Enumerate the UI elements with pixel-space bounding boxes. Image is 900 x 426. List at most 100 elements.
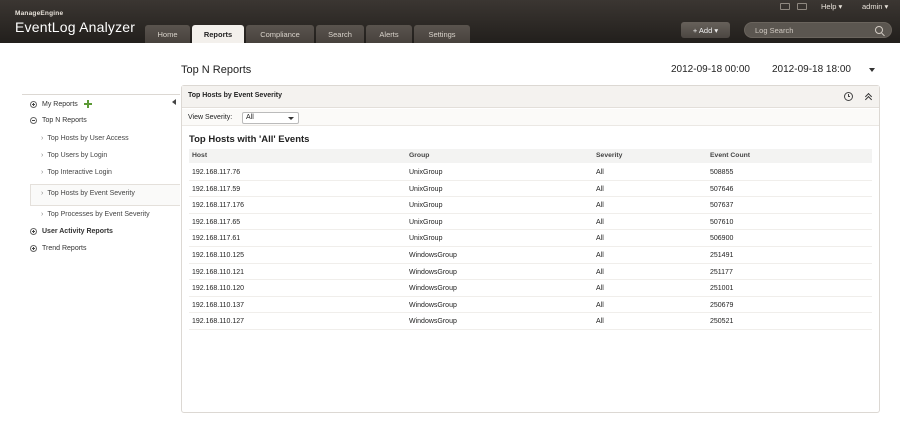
expand-icon: [30, 228, 37, 235]
tab-compliance[interactable]: Compliance: [246, 25, 314, 43]
tab-search[interactable]: Search: [316, 25, 364, 43]
main-tabs: Home Reports Compliance Search Alerts Se…: [145, 25, 470, 43]
help-menu[interactable]: Help ▾: [821, 2, 842, 11]
cell-group: WindowsGroup: [409, 268, 457, 276]
chevron-down-icon: ▾: [884, 2, 889, 11]
chevron-down-icon: ▾: [838, 2, 843, 11]
cell-host: 192.168.110.125: [192, 252, 245, 259]
filter-bar: View Severity: All: [182, 109, 879, 126]
brand-vendor: ManageEngine: [15, 10, 64, 17]
date-range-end[interactable]: 2012-09-18 18:00: [772, 64, 851, 75]
cell-severity: All: [596, 252, 604, 259]
cell-severity: All: [596, 235, 604, 243]
cell-group: UnixGroup: [409, 185, 443, 193]
clock-icon[interactable]: [844, 92, 853, 101]
cell-event-count: 250521: [710, 318, 734, 326]
tab-settings[interactable]: Settings: [414, 25, 470, 43]
tab-alerts[interactable]: Alerts: [366, 25, 412, 43]
cell-event-count: 251001: [710, 285, 734, 293]
cell-host: 192.168.117.76: [192, 169, 241, 176]
sidebar-subitem-top-processes-event-severity[interactable]: Top Processes by Event Severity: [41, 211, 149, 218]
sidebar-item-user-activity-reports[interactable]: User Activity Reports: [30, 228, 113, 235]
cell-severity: All: [596, 318, 604, 326]
table-row[interactable]: 192.168.110.125 WindowsGroup All 251491: [189, 247, 872, 264]
cell-host: 192.168.117.59: [192, 185, 241, 193]
sidebar-item-label: User Activity Reports: [42, 228, 113, 235]
cell-severity: All: [596, 169, 604, 176]
table-row[interactable]: 192.168.110.127 WindowsGroup All 250521: [189, 313, 872, 330]
column-header-group[interactable]: Group: [409, 152, 429, 159]
cell-group: WindowsGroup: [409, 252, 457, 259]
expand-icon: [30, 100, 37, 108]
cell-host: 192.168.110.120: [192, 285, 245, 293]
collapse-sidebar-icon[interactable]: [172, 99, 176, 105]
cell-group: UnixGroup: [409, 218, 443, 226]
table-row[interactable]: 192.168.117.176 UnixGroup All 507637: [189, 197, 872, 214]
log-search: [744, 22, 892, 38]
cell-host: 192.168.117.61: [192, 235, 241, 243]
cell-event-count: 251491: [710, 252, 734, 259]
table-row[interactable]: 192.168.110.120 WindowsGroup All 251001: [189, 280, 872, 297]
user-label: admin: [862, 2, 883, 11]
severity-select[interactable]: All: [242, 112, 299, 124]
table-row[interactable]: 192.168.117.61 UnixGroup All 506900: [189, 230, 872, 247]
tab-reports[interactable]: Reports: [192, 25, 244, 43]
cell-event-count: 507646: [710, 185, 734, 193]
table-row[interactable]: 192.168.110.121 WindowsGroup All 251177: [189, 264, 872, 281]
date-range-dropdown-icon[interactable]: [869, 68, 875, 72]
brand-product[interactable]: EventLog Analyzer: [15, 19, 135, 35]
tab-home[interactable]: Home: [145, 25, 190, 43]
cell-event-count: 251177: [710, 268, 733, 276]
severity-filter-label: View Severity:: [188, 114, 233, 121]
sidebar-subitem-top-interactive-login[interactable]: Top Interactive Login: [41, 169, 112, 176]
sidebar-item-trend-reports[interactable]: Trend Reports: [30, 245, 86, 252]
help-label: Help: [821, 2, 837, 11]
cell-event-count: 506900: [710, 235, 734, 243]
cell-event-count: 250679: [710, 301, 734, 309]
sidebar-subitem-top-hosts-event-severity[interactable]: Top Hosts by Event Severity: [41, 190, 135, 197]
monitor-icon[interactable]: [780, 3, 790, 10]
column-header-host[interactable]: Host: [192, 152, 207, 159]
column-header-event-count[interactable]: Event Count: [710, 152, 750, 159]
table-row[interactable]: 192.168.110.137 WindowsGroup All 250679: [189, 297, 872, 314]
page-title: Top N Reports: [181, 64, 252, 76]
search-icon[interactable]: [875, 26, 883, 34]
date-range-start[interactable]: 2012-09-18 00:00: [671, 64, 750, 75]
plus-icon[interactable]: [83, 100, 92, 108]
cell-host: 192.168.110.127: [192, 318, 245, 326]
table-row[interactable]: 192.168.117.59 UnixGroup All 507646: [189, 181, 872, 198]
sidebar-item-label: Trend Reports: [42, 245, 87, 252]
table-row[interactable]: 192.168.117.76 UnixGroup All 508855: [189, 164, 872, 181]
user-menu[interactable]: admin ▾: [862, 2, 888, 11]
chevron-up-icon[interactable]: [865, 93, 873, 101]
sidebar-item-my-reports[interactable]: My Reports: [30, 100, 92, 108]
severity-select-value: All: [246, 114, 254, 121]
cell-severity: All: [596, 202, 604, 210]
sidebar-item-top-n-reports[interactable]: Top N Reports: [30, 117, 87, 124]
sidebar-subitem-top-users-login[interactable]: Top Users by Login: [41, 152, 107, 159]
cell-group: UnixGroup: [409, 202, 443, 210]
cell-host: 192.168.117.176: [192, 202, 245, 210]
cell-group: WindowsGroup: [409, 285, 457, 293]
cell-severity: All: [596, 268, 604, 276]
cell-host: 192.168.110.137: [192, 301, 245, 309]
chevron-down-icon: ▾: [714, 25, 719, 35]
cell-severity: All: [596, 218, 604, 226]
window-icon[interactable]: [797, 3, 807, 10]
log-search-input[interactable]: [755, 24, 870, 36]
sidebar-subitem-top-hosts-user-access[interactable]: Top Hosts by User Access: [41, 135, 128, 142]
cell-group: UnixGroup: [409, 235, 443, 243]
cell-host: 192.168.110.121: [192, 268, 245, 276]
table-header: Host Group Severity Event Count: [189, 149, 872, 163]
collapse-icon: [30, 117, 37, 124]
cell-severity: All: [596, 285, 604, 293]
table-row[interactable]: 192.168.117.65 UnixGroup All 507610: [189, 214, 872, 231]
app-header: ManageEngine EventLog Analyzer Home Repo…: [0, 0, 900, 43]
cell-event-count: 507610: [710, 218, 734, 226]
column-header-severity[interactable]: Severity: [596, 152, 622, 159]
add-button[interactable]: + Add ▾: [681, 22, 730, 38]
cell-host: 192.168.117.65: [192, 218, 241, 226]
cell-event-count: 508855: [710, 169, 734, 176]
add-label: + Add: [692, 25, 713, 35]
cell-severity: All: [596, 301, 604, 309]
